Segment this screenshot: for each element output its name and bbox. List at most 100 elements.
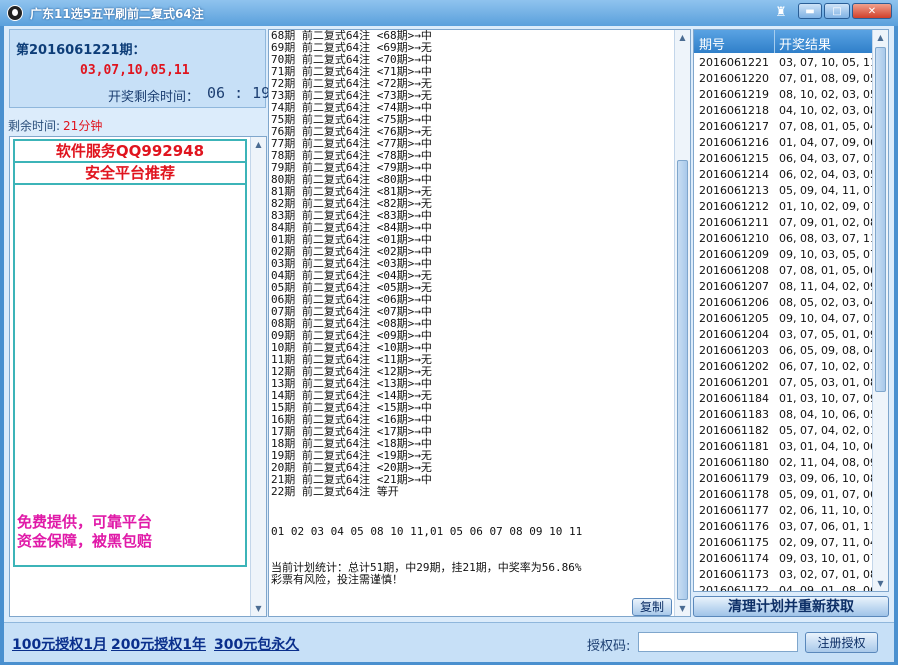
promo-line-2: 资金保障，被黑包赔 (17, 532, 153, 550)
register-license-button[interactable]: 注册授权 (805, 632, 878, 653)
ad-list-scrollbar[interactable]: ▲ ▼ (250, 137, 266, 616)
table-row[interactable]: 2016061206 08, 05, 02, 03, 04 (694, 295, 877, 311)
table-row[interactable]: 2016061202 06, 07, 10, 02, 01 (694, 359, 877, 375)
cell-result: 02, 11, 04, 08, 09 (779, 456, 877, 469)
table-row[interactable]: 2016061177 02, 06, 11, 10, 03 (694, 503, 877, 519)
cell-period: 2016061173 (699, 568, 769, 581)
buy-1-month-link[interactable]: 100元授权1月 (12, 634, 107, 654)
cell-result: 06, 07, 10, 02, 01 (779, 360, 877, 373)
cell-result: 03, 02, 07, 01, 08 (779, 568, 877, 581)
table-row[interactable]: 2016061204 03, 07, 05, 01, 09 (694, 327, 877, 343)
cell-period: 2016061210 (699, 232, 769, 245)
cell-period: 2016061221 (699, 56, 769, 69)
cell-period: 2016061206 (699, 296, 769, 309)
maximize-button[interactable]: □ (824, 3, 850, 19)
cell-period: 2016061218 (699, 104, 769, 117)
table-row[interactable]: 2016061173 03, 02, 07, 01, 08 (694, 567, 877, 583)
table-row[interactable]: 2016061213 05, 09, 04, 11, 07 (694, 183, 877, 199)
table-row[interactable]: 2016061182 05, 07, 04, 02, 01 (694, 423, 877, 439)
draw-info-panel: 第2016061221期： 03,07,10,05,11 开奖剩余时间： 06 … (9, 29, 270, 108)
license-code-input[interactable] (638, 632, 798, 652)
table-row[interactable]: 2016061184 01, 03, 10, 07, 09 (694, 391, 877, 407)
history-table-header: 期号 开奖结果 (694, 30, 873, 53)
cell-result: 08, 04, 10, 06, 05 (779, 408, 877, 421)
table-row[interactable]: 2016061208 07, 08, 01, 05, 06 (694, 263, 877, 279)
scroll-up-arrow-icon[interactable]: ▲ (675, 30, 690, 45)
table-row[interactable]: 2016061174 09, 03, 10, 01, 07 (694, 551, 877, 567)
cell-period: 2016061212 (699, 200, 769, 213)
column-header-result[interactable]: 开奖结果 (779, 34, 831, 53)
copy-button[interactable]: 复制 (632, 598, 672, 616)
cell-period: 2016061181 (699, 440, 769, 453)
cell-result: 04, 09, 01, 08, 06 (779, 584, 877, 592)
window-title: 广东11选5五平刷前二复式64注 (30, 7, 204, 21)
history-scrollbar[interactable]: ▲ ▼ (872, 30, 888, 591)
scroll-down-arrow-icon[interactable]: ▼ (675, 601, 690, 616)
table-row[interactable]: 2016061183 08, 04, 10, 06, 05 (694, 407, 877, 423)
platform-recommend-link[interactable]: 安全平台推荐 (15, 163, 245, 185)
table-row[interactable]: 2016061212 01, 10, 02, 09, 07 (694, 199, 877, 215)
table-row[interactable]: 2016061175 02, 09, 07, 11, 04 (694, 535, 877, 551)
table-row[interactable]: 2016061207 08, 11, 04, 02, 09 (694, 279, 877, 295)
column-divider (774, 30, 775, 53)
table-row[interactable]: 2016061221 03, 07, 10, 05, 11 (694, 55, 877, 71)
table-row[interactable]: 2016061216 01, 04, 07, 09, 06 (694, 135, 877, 151)
minimize-button[interactable]: ▬ (798, 3, 822, 19)
table-row[interactable]: 2016061218 04, 10, 02, 03, 08 (694, 103, 877, 119)
cell-period: 2016061211 (699, 216, 769, 229)
cell-period: 2016061176 (699, 520, 769, 533)
cell-result: 03, 01, 04, 10, 06 (779, 440, 877, 453)
cell-result: 07, 08, 01, 05, 04 (779, 120, 877, 133)
cell-result: 07, 08, 01, 05, 06 (779, 264, 877, 277)
log-scrollbar[interactable]: ▲ ▼ (674, 30, 690, 616)
table-row[interactable]: 2016061220 07, 01, 08, 09, 05 (694, 71, 877, 87)
table-row[interactable]: 2016061209 09, 10, 03, 05, 07 (694, 247, 877, 263)
table-row[interactable]: 2016061172 04, 09, 01, 08, 06 (694, 583, 877, 591)
cell-period: 2016061208 (699, 264, 769, 277)
table-row[interactable]: 2016061205 09, 10, 04, 07, 01 (694, 311, 877, 327)
cell-period: 2016061209 (699, 248, 769, 261)
table-row[interactable]: 2016061217 07, 08, 01, 05, 04 (694, 119, 877, 135)
reset-plan-button[interactable]: 清理计划并重新获取 (693, 596, 889, 617)
buy-lifetime-link[interactable]: 300元包永久 (214, 634, 299, 654)
cell-period: 2016061175 (699, 536, 769, 549)
table-row[interactable]: 2016061210 06, 08, 03, 07, 11 (694, 231, 877, 247)
service-qq-link[interactable]: 软件服务QQ992948 (15, 141, 245, 163)
cell-result: 07, 09, 01, 02, 08 (779, 216, 877, 229)
table-row[interactable]: 2016061219 08, 10, 02, 03, 05 (694, 87, 877, 103)
buy-1-year-link[interactable]: 200元授权1年 (111, 634, 206, 654)
log-scroll-thumb[interactable] (677, 160, 688, 600)
cell-result: 03, 09, 06, 10, 08 (779, 472, 877, 485)
cell-result: 08, 11, 04, 02, 09 (779, 280, 877, 293)
table-row[interactable]: 2016061179 03, 09, 06, 10, 08 (694, 471, 877, 487)
cell-period: 2016061184 (699, 392, 769, 405)
license-bar: 100元授权1月 200元授权1年 300元包永久 授权码: 注册授权 (4, 622, 894, 662)
scroll-up-arrow-icon[interactable]: ▲ (251, 137, 266, 152)
log-line: 22期 前二复式64注 等开 (271, 485, 399, 498)
close-button[interactable]: ✕ (852, 3, 892, 19)
cell-result: 07, 05, 03, 01, 08 (779, 376, 877, 389)
table-row[interactable]: 2016061181 03, 01, 04, 10, 06 (694, 439, 877, 455)
scroll-down-arrow-icon[interactable]: ▼ (251, 601, 266, 616)
skin-icon[interactable]: ♜ (772, 4, 790, 22)
column-header-period[interactable]: 期号 (699, 34, 725, 53)
cell-period: 2016061202 (699, 360, 769, 373)
table-row[interactable]: 2016061180 02, 11, 04, 08, 09 (694, 455, 877, 471)
ad-list-panel: 软件服务QQ992948 安全平台推荐 免费提供，可靠平台 资金保障，被黑包赔 … (9, 136, 267, 617)
scroll-up-arrow-icon[interactable]: ▲ (873, 30, 888, 45)
table-row[interactable]: 2016061215 06, 04, 03, 07, 01 (694, 151, 877, 167)
cell-period: 2016061174 (699, 552, 769, 565)
history-scroll-thumb[interactable] (875, 47, 886, 392)
table-row[interactable]: 2016061178 05, 09, 01, 07, 06 (694, 487, 877, 503)
table-row[interactable]: 2016061214 06, 02, 04, 03, 05 (694, 167, 877, 183)
cell-result: 01, 03, 10, 07, 09 (779, 392, 877, 405)
table-row[interactable]: 2016061201 07, 05, 03, 01, 08 (694, 375, 877, 391)
cell-result: 04, 10, 02, 03, 08 (779, 104, 877, 117)
table-row[interactable]: 2016061211 07, 09, 01, 02, 08 (694, 215, 877, 231)
cell-result: 01, 04, 07, 09, 06 (779, 136, 877, 149)
table-row[interactable]: 2016061176 03, 07, 06, 01, 11 (694, 519, 877, 535)
ad-box: 软件服务QQ992948 安全平台推荐 免费提供，可靠平台 资金保障，被黑包赔 (13, 139, 247, 567)
plan-log-textarea[interactable]: 68期 前二复式64注 <68期>→中 69期 前二复式64注 <69期>→无 70… (268, 29, 691, 617)
table-row[interactable]: 2016061203 06, 05, 09, 08, 04 (694, 343, 877, 359)
scroll-down-arrow-icon[interactable]: ▼ (873, 576, 888, 591)
